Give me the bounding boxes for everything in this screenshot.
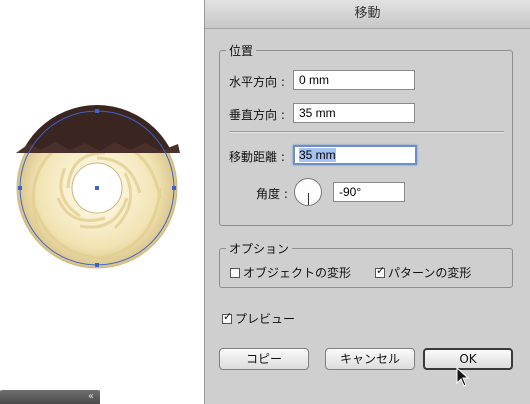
options-group-legend: オプション [226,240,293,257]
angle-dial[interactable] [294,178,322,206]
angle-label: 角度 : [256,187,288,201]
position-group-legend: 位置 [226,42,257,59]
horizontal-input[interactable]: 0 mm [293,70,415,90]
transform-patterns-label: パターンの変形 [388,266,472,280]
copy-button[interactable]: コピー [219,348,309,370]
angle-dial-needle [308,193,309,205]
checkbox-box[interactable] [230,267,240,278]
horizontal-label: 水平方向 : [229,75,285,89]
check-icon: ✓ [223,309,233,323]
transform-patterns-checkbox[interactable]: ✓ パターンの変形 [375,264,471,281]
preview-label: プレビュー [235,312,296,326]
double-chevron-left-icon[interactable]: « [88,390,94,404]
check-icon: ✓ [376,263,386,277]
artboard: « [0,0,204,404]
mouse-pointer-icon [456,367,470,387]
position-separator [229,131,504,133]
preview-checkbox[interactable]: ✓ プレビュー [222,310,295,327]
angle-input[interactable]: -90° [333,182,405,202]
cookie-artwork[interactable] [10,98,185,273]
vertical-input[interactable]: 35 mm [293,103,415,123]
transform-objects-checkbox[interactable]: オブジェクトの変形 [230,264,351,281]
transform-objects-label: オブジェクトの変形 [243,266,352,280]
checkbox-box[interactable]: ✓ [222,309,233,324]
cancel-button[interactable]: キャンセル [325,348,415,370]
vertical-label: 垂直方向 : [229,108,285,122]
distance-value-selected: 35 mm [299,148,336,162]
checkbox-box[interactable]: ✓ [375,263,386,278]
collapsed-panel-tab[interactable]: « [0,390,100,404]
distance-label: 移動距離 : [229,150,285,164]
distance-input[interactable]: 35 mm [293,145,417,165]
dialog-title: 移動 [205,0,530,29]
